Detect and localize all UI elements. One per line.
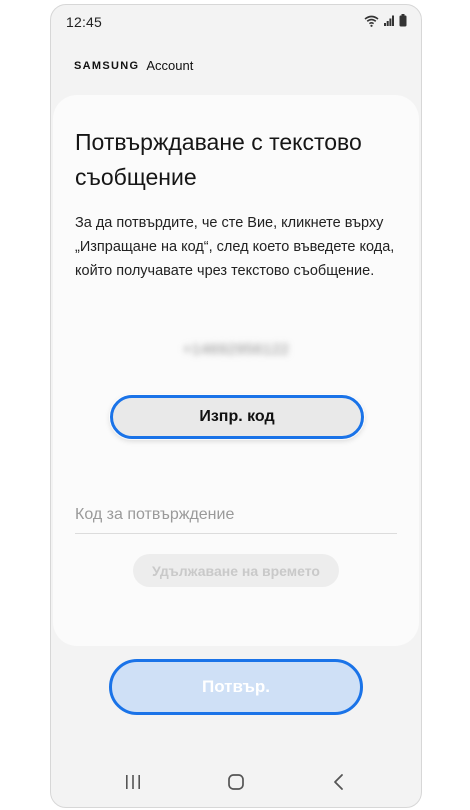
status-time: 12:45 xyxy=(66,14,103,30)
verification-card: Потвърждаване с текстово съобщение За да… xyxy=(53,95,419,646)
status-icons xyxy=(364,14,407,27)
back-button[interactable] xyxy=(319,764,359,804)
back-icon xyxy=(332,773,346,796)
home-icon xyxy=(227,773,245,796)
send-code-button[interactable]: Изпр. код xyxy=(110,395,364,439)
confirm-button[interactable]: Потвър. xyxy=(109,659,363,715)
home-button[interactable] xyxy=(216,764,256,804)
brand-account: Account xyxy=(146,58,194,73)
navigation-bar xyxy=(51,761,421,807)
phone-screen: 12:45 SAMSUNG Account Потвърждаване с те… xyxy=(50,4,422,808)
samsung-account-logo: SAMSUNG Account xyxy=(74,58,193,73)
phone-number: +14692956122 xyxy=(182,341,290,358)
extend-time-button[interactable]: Удължаване на времето xyxy=(133,554,339,587)
recent-apps-button[interactable] xyxy=(113,764,153,804)
battery-icon xyxy=(399,14,407,27)
instruction-text: За да потвърдите, че сте Вие, кликнете в… xyxy=(75,215,395,279)
verification-code-input[interactable] xyxy=(75,497,397,534)
recent-apps-icon xyxy=(124,774,142,795)
page-title: Потвърждаване с текстово съобщение xyxy=(75,129,362,190)
brand-samsung: SAMSUNG xyxy=(74,59,140,72)
signal-icon xyxy=(384,15,394,26)
status-bar: 12:45 xyxy=(51,5,421,37)
wifi-icon xyxy=(364,15,379,27)
